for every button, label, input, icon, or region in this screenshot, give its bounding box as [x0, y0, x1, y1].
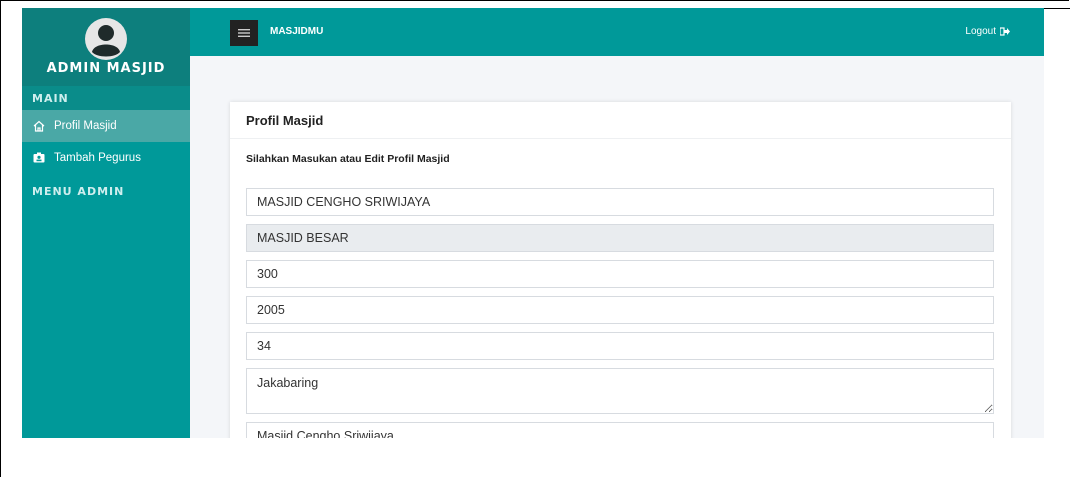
profile-card: Profil Masjid Silahkan Masukan atau Edit…: [230, 102, 1011, 438]
card-subtitle: Silahkan Masukan atau Edit Profil Masjid: [246, 153, 450, 165]
menu-toggle-button[interactable]: [230, 20, 258, 46]
address-textarea[interactable]: Jakabaring: [246, 368, 994, 414]
sidebar-brand: ADMIN MASJID: [46, 61, 166, 76]
user-avatar-icon: [85, 18, 127, 60]
topbar: MASJIDMU Logout: [190, 8, 1044, 56]
sidebar-item-label: Tambah Pegurus: [54, 152, 141, 164]
sidebar-item-tambah-pegurus[interactable]: Tambah Pegurus: [22, 142, 190, 174]
hamburger-icon: [238, 29, 250, 37]
home-icon: [33, 120, 45, 132]
section-main-label: MAIN: [22, 86, 190, 110]
sign-out-icon: [1000, 27, 1010, 36]
mosque-name-input[interactable]: [246, 188, 994, 216]
user-card-icon: [33, 152, 45, 163]
frame-line: [1044, 8, 1070, 9]
sidebar-item-label: Profil Masjid: [54, 120, 117, 132]
sidebar-item-profil-masjid[interactable]: Profil Masjid: [22, 110, 190, 142]
sidebar: ADMIN MASJID MAIN Profil Masjid Tambah P…: [22, 8, 190, 438]
app-title: MASJIDMU: [270, 26, 324, 37]
description-input[interactable]: [246, 422, 994, 438]
year-built-input[interactable]: [246, 296, 994, 324]
logout-label: Logout: [965, 26, 996, 37]
mosque-type-input: [246, 224, 994, 252]
card-title: Profil Masjid: [230, 102, 1011, 139]
sidebar-header: ADMIN MASJID: [22, 8, 190, 86]
app-window: ADMIN MASJID MAIN Profil Masjid Tambah P…: [22, 8, 1044, 438]
area-input[interactable]: [246, 332, 994, 360]
section-admin-label: MENU ADMIN: [32, 185, 125, 198]
logout-link[interactable]: Logout: [965, 26, 1010, 37]
capacity-input[interactable]: [246, 260, 994, 288]
